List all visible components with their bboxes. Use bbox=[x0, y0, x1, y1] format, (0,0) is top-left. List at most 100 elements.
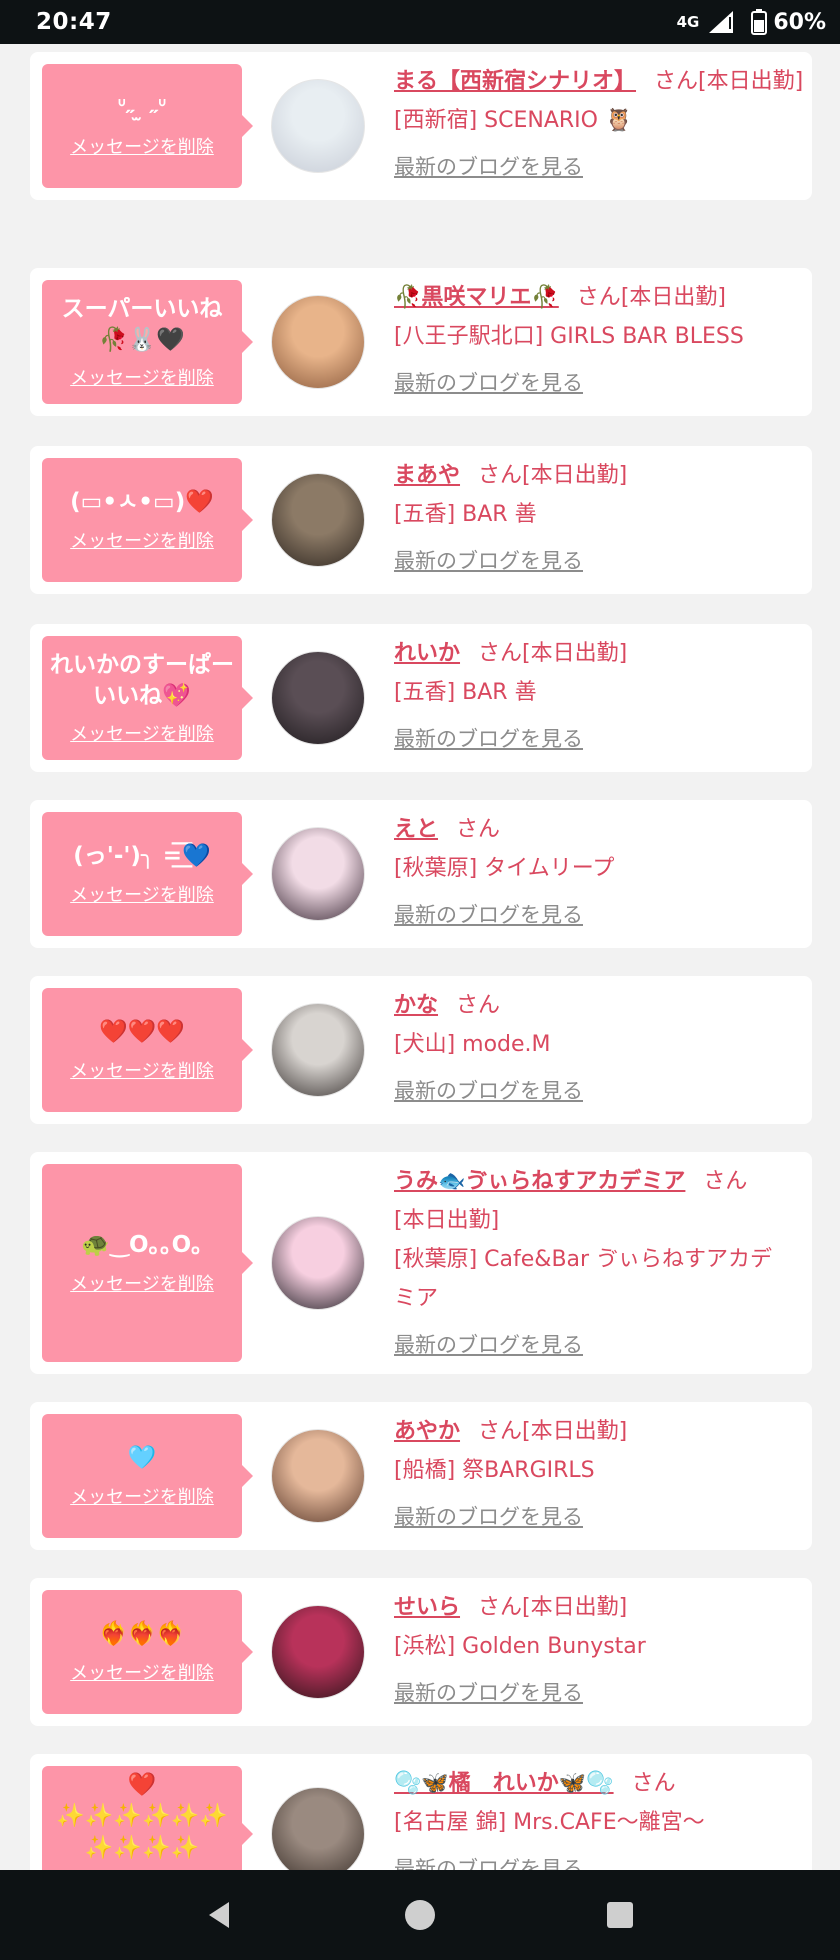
profile-info: 🫧🦋橘 れいか🦋🫧 さん [名古屋 錦] Mrs.CAFE〜離宮〜最新のブログを見る bbox=[394, 1764, 804, 1870]
message-text: ❤️‍🔥❤️‍🔥❤️‍🔥 bbox=[99, 1621, 185, 1648]
message-text: ❤️❤️❤️ bbox=[99, 1019, 185, 1046]
delete-message-link[interactable]: メッセージを削除 bbox=[70, 1270, 214, 1296]
profile-info: 🥀黒咲マリエ🥀 さん[本日出勤] [八王子駅北口] GIRLS BAR BLESS 最… bbox=[394, 278, 804, 403]
delete-message-link[interactable]: メッセージを削除 bbox=[70, 1659, 214, 1685]
avatar[interactable] bbox=[271, 1003, 365, 1097]
profile-info: れいか さん[本日出勤] [五香] BAR 善最新のブログを見る bbox=[394, 634, 804, 759]
profile-name-link[interactable]: かな bbox=[394, 993, 438, 1018]
shop-name: ミア bbox=[394, 1286, 439, 1311]
latest-blog-link[interactable]: 最新のブログを見る bbox=[394, 1072, 583, 1111]
home-icon bbox=[405, 1900, 435, 1930]
avatar[interactable] bbox=[271, 1605, 365, 1699]
profile-info: うみ🐟ゔぃらねすアカデミア さん [本日出勤] [秋葉原] Cafe&Bar ゔぃらね… bbox=[394, 1162, 804, 1365]
latest-blog-link[interactable]: 最新のブログを見る bbox=[394, 148, 583, 187]
back-button[interactable] bbox=[190, 1885, 250, 1945]
battery-percent: 60% bbox=[773, 9, 826, 35]
avatar[interactable] bbox=[271, 651, 365, 745]
shop-name: [本日出勤] bbox=[394, 1208, 500, 1233]
message-bubble: ᐡ˶ ̫ ˶ᐡ メッセージを削除 bbox=[42, 64, 253, 188]
shop-name: [秋葉原] タイムリープ bbox=[394, 856, 615, 881]
honorific-label: さん bbox=[576, 285, 621, 310]
network-type: 4G bbox=[676, 13, 700, 31]
avatar[interactable] bbox=[271, 827, 365, 921]
profile-info: えと さん [秋葉原] タイムリープ最新のブログを見る bbox=[394, 810, 804, 935]
profile-name-link[interactable]: まあや bbox=[394, 463, 460, 488]
like-card: (▭•ㅅ•▭)❤️ メッセージを削除 まあや さん[本日出勤] [五香] BAR 善最新… bbox=[30, 446, 812, 594]
delete-message-link[interactable]: メッセージを削除 bbox=[70, 364, 214, 390]
profile-name-link[interactable]: うみ🐟ゔぃらねすアカデミア bbox=[394, 1169, 685, 1194]
recents-button[interactable] bbox=[590, 1885, 650, 1945]
avatar[interactable] bbox=[271, 295, 365, 389]
profile-name-link[interactable]: れいか bbox=[394, 641, 460, 666]
profile-name-link[interactable]: あやか bbox=[394, 1419, 460, 1444]
honorific-label: さん bbox=[478, 1419, 523, 1444]
message-text: (っ'-')╮ =͟͟͞͞💙 bbox=[73, 843, 211, 870]
latest-blog-link[interactable]: 最新のブログを見る bbox=[394, 1498, 583, 1537]
like-card: ❤️ ✨✨✨✨✨✨ ✨✨✨✨メッセージを削除 🫧🦋橘 れいか🦋🫧 さん [名古屋 錦]… bbox=[30, 1754, 812, 1870]
message-bubble: (▭•ㅅ•▭)❤️ メッセージを削除 bbox=[42, 458, 253, 582]
like-list: ᐡ˶ ̫ ˶ᐡ メッセージを削除 まる【西新宿シナリオ】 さん[本日出勤] [西新宿] … bbox=[0, 44, 840, 1870]
battery-icon bbox=[751, 9, 768, 35]
delete-message-link[interactable]: メッセージを削除 bbox=[70, 1483, 214, 1509]
avatar[interactable] bbox=[271, 1787, 365, 1870]
profile-info: まる【西新宿シナリオ】 さん[本日出勤] [西新宿] SCENARIO 🦉 最新のブロ… bbox=[394, 62, 804, 187]
message-bubble: スーパーいいね🥀🐰🖤 メッセージを削除 bbox=[42, 280, 253, 404]
like-card: ❤️‍🔥❤️‍🔥❤️‍🔥 メッセージを削除 せいら さん[本日出勤] [浜松] Gold… bbox=[30, 1578, 812, 1726]
attendance-status: [本日出勤] bbox=[620, 285, 726, 310]
honorific-label: さん bbox=[631, 1771, 676, 1796]
shop-name: [五香] BAR 善 bbox=[394, 502, 537, 527]
profile-info: まあや さん[本日出勤] [五香] BAR 善最新のブログを見る bbox=[394, 456, 804, 581]
latest-blog-link[interactable]: 最新のブログを見る bbox=[394, 720, 583, 759]
attendance-status: [本日出勤] bbox=[698, 69, 804, 94]
delete-message-link[interactable]: メッセージを削除 bbox=[70, 881, 214, 907]
profile-info: せいら さん[本日出勤] [浜松] Golden Bunystar 最新のブログを見る bbox=[394, 1588, 804, 1713]
shop-name: [八王子駅北口] GIRLS BAR BLESS bbox=[394, 324, 744, 349]
like-card: スーパーいいね🥀🐰🖤 メッセージを削除 🥀黒咲マリエ🥀 さん[本日出勤] [八王子駅北口… bbox=[30, 268, 812, 416]
latest-blog-link[interactable]: 最新のブログを見る bbox=[394, 1326, 583, 1365]
avatar[interactable] bbox=[271, 1429, 365, 1523]
avatar[interactable] bbox=[271, 473, 365, 567]
status-bar: 20:47 4G 60% bbox=[0, 0, 840, 44]
delete-message-link[interactable]: メッセージを削除 bbox=[70, 133, 214, 159]
like-card: 🐢‿O｡｡O｡ メッセージを削除 うみ🐟ゔぃらねすアカデミア さん [本日出勤] [秋葉原… bbox=[30, 1152, 812, 1374]
message-bubble: 🐢‿O｡｡O｡ メッセージを削除 bbox=[42, 1164, 253, 1362]
profile-name-link[interactable]: せいら bbox=[394, 1595, 460, 1620]
message-text: れいかのすーぱーいいね💖 bbox=[50, 651, 234, 709]
message-text: 🩵 bbox=[127, 1445, 157, 1472]
delete-message-link[interactable]: メッセージを削除 bbox=[70, 527, 214, 553]
shop-name: [浜松] Golden Bunystar bbox=[394, 1634, 646, 1659]
avatar[interactable] bbox=[271, 1216, 365, 1310]
attendance-status: [本日出勤] bbox=[522, 1595, 628, 1620]
delete-message-link[interactable]: メッセージを削除 bbox=[70, 720, 214, 746]
avatar[interactable] bbox=[271, 79, 365, 173]
profile-name-link[interactable]: 🫧🦋橘 れいか🦋🫧 bbox=[394, 1771, 614, 1796]
honorific-label: さん bbox=[654, 69, 699, 94]
like-card: ❤️❤️❤️ メッセージを削除 かな さん [犬山] mode.M 最新のブログを見る bbox=[30, 976, 812, 1124]
signal-icon bbox=[709, 11, 734, 33]
message-bubble: ❤️ ✨✨✨✨✨✨ ✨✨✨✨メッセージを削除 bbox=[42, 1766, 253, 1870]
latest-blog-link[interactable]: 最新のブログを見る bbox=[394, 364, 583, 403]
message-text: ᐡ˶ ̫ ˶ᐡ bbox=[117, 95, 167, 122]
like-card: (っ'-')╮ =͟͟͞͞💙 メッセージを削除 えと さん [秋葉原] タイムリープ最新… bbox=[30, 800, 812, 948]
latest-blog-link[interactable]: 最新のブログを見る bbox=[394, 896, 583, 935]
message-bubble: ❤️❤️❤️ メッセージを削除 bbox=[42, 988, 253, 1112]
latest-blog-link[interactable]: 最新のブログを見る bbox=[394, 1674, 583, 1713]
attendance-status: [本日出勤] bbox=[522, 1419, 628, 1444]
status-indicators: 4G 60% bbox=[677, 9, 826, 35]
message-text: 🐢‿O｡｡O｡ bbox=[81, 1232, 203, 1259]
honorific-label: さん bbox=[478, 1595, 523, 1620]
profile-info: かな さん [犬山] mode.M 最新のブログを見る bbox=[394, 986, 804, 1111]
message-bubble: ❤️‍🔥❤️‍🔥❤️‍🔥 メッセージを削除 bbox=[42, 1590, 253, 1714]
shop-name: [名古屋 錦] Mrs.CAFE〜離宮〜 bbox=[394, 1810, 705, 1835]
latest-blog-link[interactable]: 最新のブログを見る bbox=[394, 1850, 583, 1870]
profile-name-link[interactable]: まる【西新宿シナリオ】 bbox=[394, 69, 636, 94]
latest-blog-link[interactable]: 最新のブログを見る bbox=[394, 542, 583, 581]
back-icon bbox=[209, 1902, 229, 1928]
attendance-status: [本日出勤] bbox=[522, 463, 628, 488]
profile-name-link[interactable]: えと bbox=[394, 817, 438, 842]
profile-name-link[interactable]: 🥀黒咲マリエ🥀 bbox=[394, 285, 559, 310]
delete-message-link[interactable]: メッセージを削除 bbox=[70, 1057, 214, 1083]
home-button[interactable] bbox=[390, 1885, 450, 1945]
like-card: 🩵 メッセージを削除 あやか さん[本日出勤] [船橋] 祭BARGIRLS 最新のブログ… bbox=[30, 1402, 812, 1550]
honorific-label: さん bbox=[456, 817, 501, 842]
